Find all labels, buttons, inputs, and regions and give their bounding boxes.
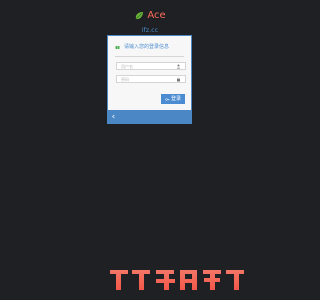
login-submit-button[interactable]: 登录 bbox=[161, 94, 185, 104]
brand-header: Ace ifz.cc bbox=[0, 6, 300, 34]
arrow-left-icon[interactable] bbox=[111, 114, 116, 119]
header-divider bbox=[115, 56, 184, 57]
lock-icon bbox=[177, 77, 180, 82]
brand-title: Ace bbox=[147, 10, 166, 21]
login-card: 请输入您的登录信息 登录 bbox=[107, 35, 192, 124]
login-book-icon bbox=[115, 45, 120, 49]
watermark-logo-icon bbox=[110, 270, 244, 290]
leaf-icon bbox=[136, 12, 144, 20]
user-icon bbox=[176, 64, 181, 69]
login-card-footer bbox=[108, 110, 191, 123]
username-field[interactable] bbox=[116, 62, 186, 70]
login-page: Ace ifz.cc 请输入您的登录信息 用户名 登录 bbox=[0, 0, 300, 300]
brand-subtitle: ifz.cc bbox=[141, 27, 159, 34]
brand-row: Ace bbox=[134, 10, 166, 21]
password-input[interactable] bbox=[121, 76, 179, 82]
login-card-header: 请输入您的登录信息 bbox=[115, 44, 169, 50]
password-field[interactable] bbox=[116, 75, 186, 83]
login-submit-label: 登录 bbox=[170, 95, 181, 102]
login-header-text: 请输入您的登录信息 bbox=[124, 44, 170, 50]
key-icon bbox=[165, 97, 170, 101]
username-input[interactable] bbox=[121, 63, 179, 69]
